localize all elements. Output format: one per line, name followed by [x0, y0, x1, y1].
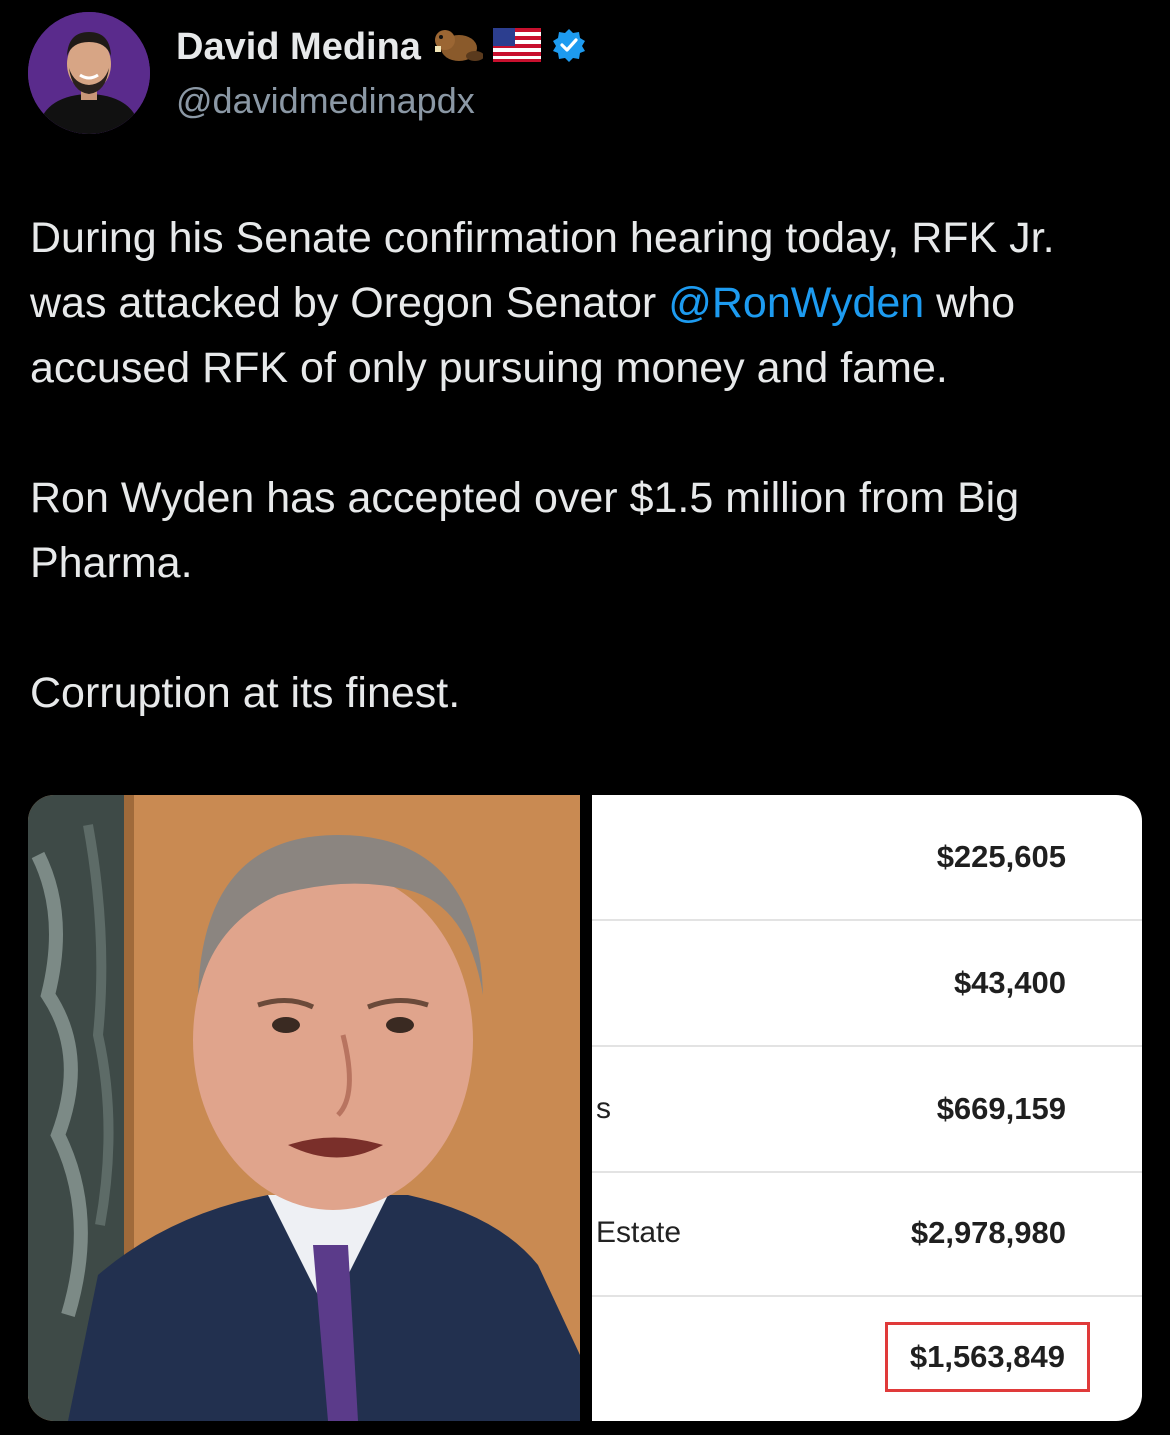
row-value: $225,605	[936, 839, 1066, 874]
tweet-text: During his Senate confirmation hearing t…	[30, 206, 1140, 726]
row-label: s	[596, 1092, 611, 1125]
table-row: $1,563,849	[592, 1295, 1142, 1419]
mention-link[interactable]: @RonWyden	[668, 279, 924, 327]
highlighted-value: $1,563,849	[884, 1322, 1090, 1392]
author-display-name[interactable]: David Medina	[176, 26, 421, 69]
us-flag-icon	[492, 28, 541, 67]
table-row: s $669,159	[592, 1047, 1142, 1173]
beaver-icon	[431, 26, 484, 69]
senator-photo	[28, 795, 580, 1421]
tweet-paragraph-1: During his Senate confirmation hearing t…	[30, 206, 1140, 401]
row-value: $2,978,980	[910, 1215, 1066, 1250]
table-row: Estate $2,978,980	[592, 1171, 1142, 1297]
author-avatar[interactable]	[28, 12, 150, 134]
author-name-row: David Medina	[176, 26, 587, 69]
row-value: $669,159	[936, 1091, 1066, 1126]
author-handle[interactable]: @davidmedinapdx	[176, 80, 475, 122]
table-row: $225,605	[592, 795, 1142, 921]
tweet-paragraph-2: Ron Wyden has accepted over $1.5 million…	[30, 474, 1020, 587]
verified-icon	[551, 27, 587, 68]
row-label: Estate	[596, 1216, 682, 1249]
row-value: $43,400	[953, 965, 1066, 1000]
tweet-media[interactable]: $225,605 $43,400 s $669,159 Estate $2,97…	[28, 795, 1142, 1421]
avatar-portrait	[28, 12, 150, 134]
table-row: $43,400	[592, 921, 1142, 1047]
donations-table: $225,605 $43,400 s $669,159 Estate $2,97…	[592, 795, 1142, 1421]
tweet-paragraph-3: Corruption at its finest.	[30, 669, 461, 717]
